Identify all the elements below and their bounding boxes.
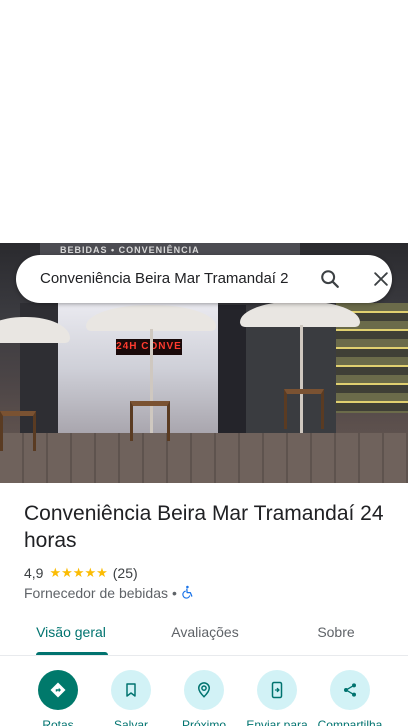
tab-reviews[interactable]: Avaliações (160, 612, 250, 655)
review-count: (25) (112, 565, 138, 581)
place-tabs: Visão geral Avaliações Sobre (0, 612, 408, 656)
star-icon: ★ (61, 565, 73, 580)
place-category: Fornecedor de bebidas (24, 585, 168, 601)
photo-table (284, 389, 324, 429)
nearby-button[interactable]: Próximo (167, 670, 241, 726)
search-bar[interactable]: Conveniência Beira Mar Tramandaí 2 (16, 255, 392, 303)
directions-label: Rotas (42, 718, 74, 726)
share-icon (330, 670, 370, 710)
star-icon: ★ (72, 565, 85, 580)
separator: • (172, 585, 177, 601)
action-bar: Rotas Salvar Próximo Enviar para Compart… (0, 660, 408, 726)
send-to-phone-icon (257, 670, 297, 710)
star-icon: ★ (49, 565, 62, 580)
rating-row[interactable]: 4,9 ★ ★ ★ ★ ★ (25) (24, 564, 138, 582)
nearby-label: Próximo (181, 718, 226, 726)
tab-about[interactable]: Sobre (308, 612, 364, 655)
map-area-blank (0, 0, 408, 243)
led-sign: 24H CONVE (116, 339, 182, 355)
place-title: Conveniência Beira Mar Tramandaí 24 hora… (24, 502, 384, 552)
photo-floor (0, 433, 408, 483)
search-input[interactable]: Conveniência Beira Mar Tramandaí 2 (40, 255, 302, 303)
share-button[interactable]: Compartilha (313, 670, 387, 726)
photo-table (0, 411, 36, 451)
send-to-phone-button[interactable]: Enviar para (240, 670, 314, 726)
star-icon: ★ (84, 565, 97, 580)
star-rating: ★ ★ ★ ★ ★ (49, 566, 107, 580)
wheelchair-icon (181, 585, 195, 602)
directions-button[interactable]: Rotas (21, 670, 95, 726)
send-to-phone-label: Enviar para (246, 718, 308, 726)
star-icon: ★ (96, 565, 108, 580)
nearby-icon (184, 670, 224, 710)
save-button[interactable]: Salvar (94, 670, 168, 726)
directions-icon (38, 670, 78, 710)
search-icon[interactable] (318, 267, 342, 291)
category-row: Fornecedor de bebidas • (24, 584, 195, 602)
save-label: Salvar (113, 718, 148, 726)
rating-value: 4,9 (24, 565, 44, 581)
close-icon[interactable] (369, 267, 393, 291)
share-label: Compartilha (317, 718, 383, 726)
bookmark-icon (111, 670, 151, 710)
tab-overview[interactable]: Visão geral (24, 612, 118, 655)
photo-table (130, 401, 170, 441)
